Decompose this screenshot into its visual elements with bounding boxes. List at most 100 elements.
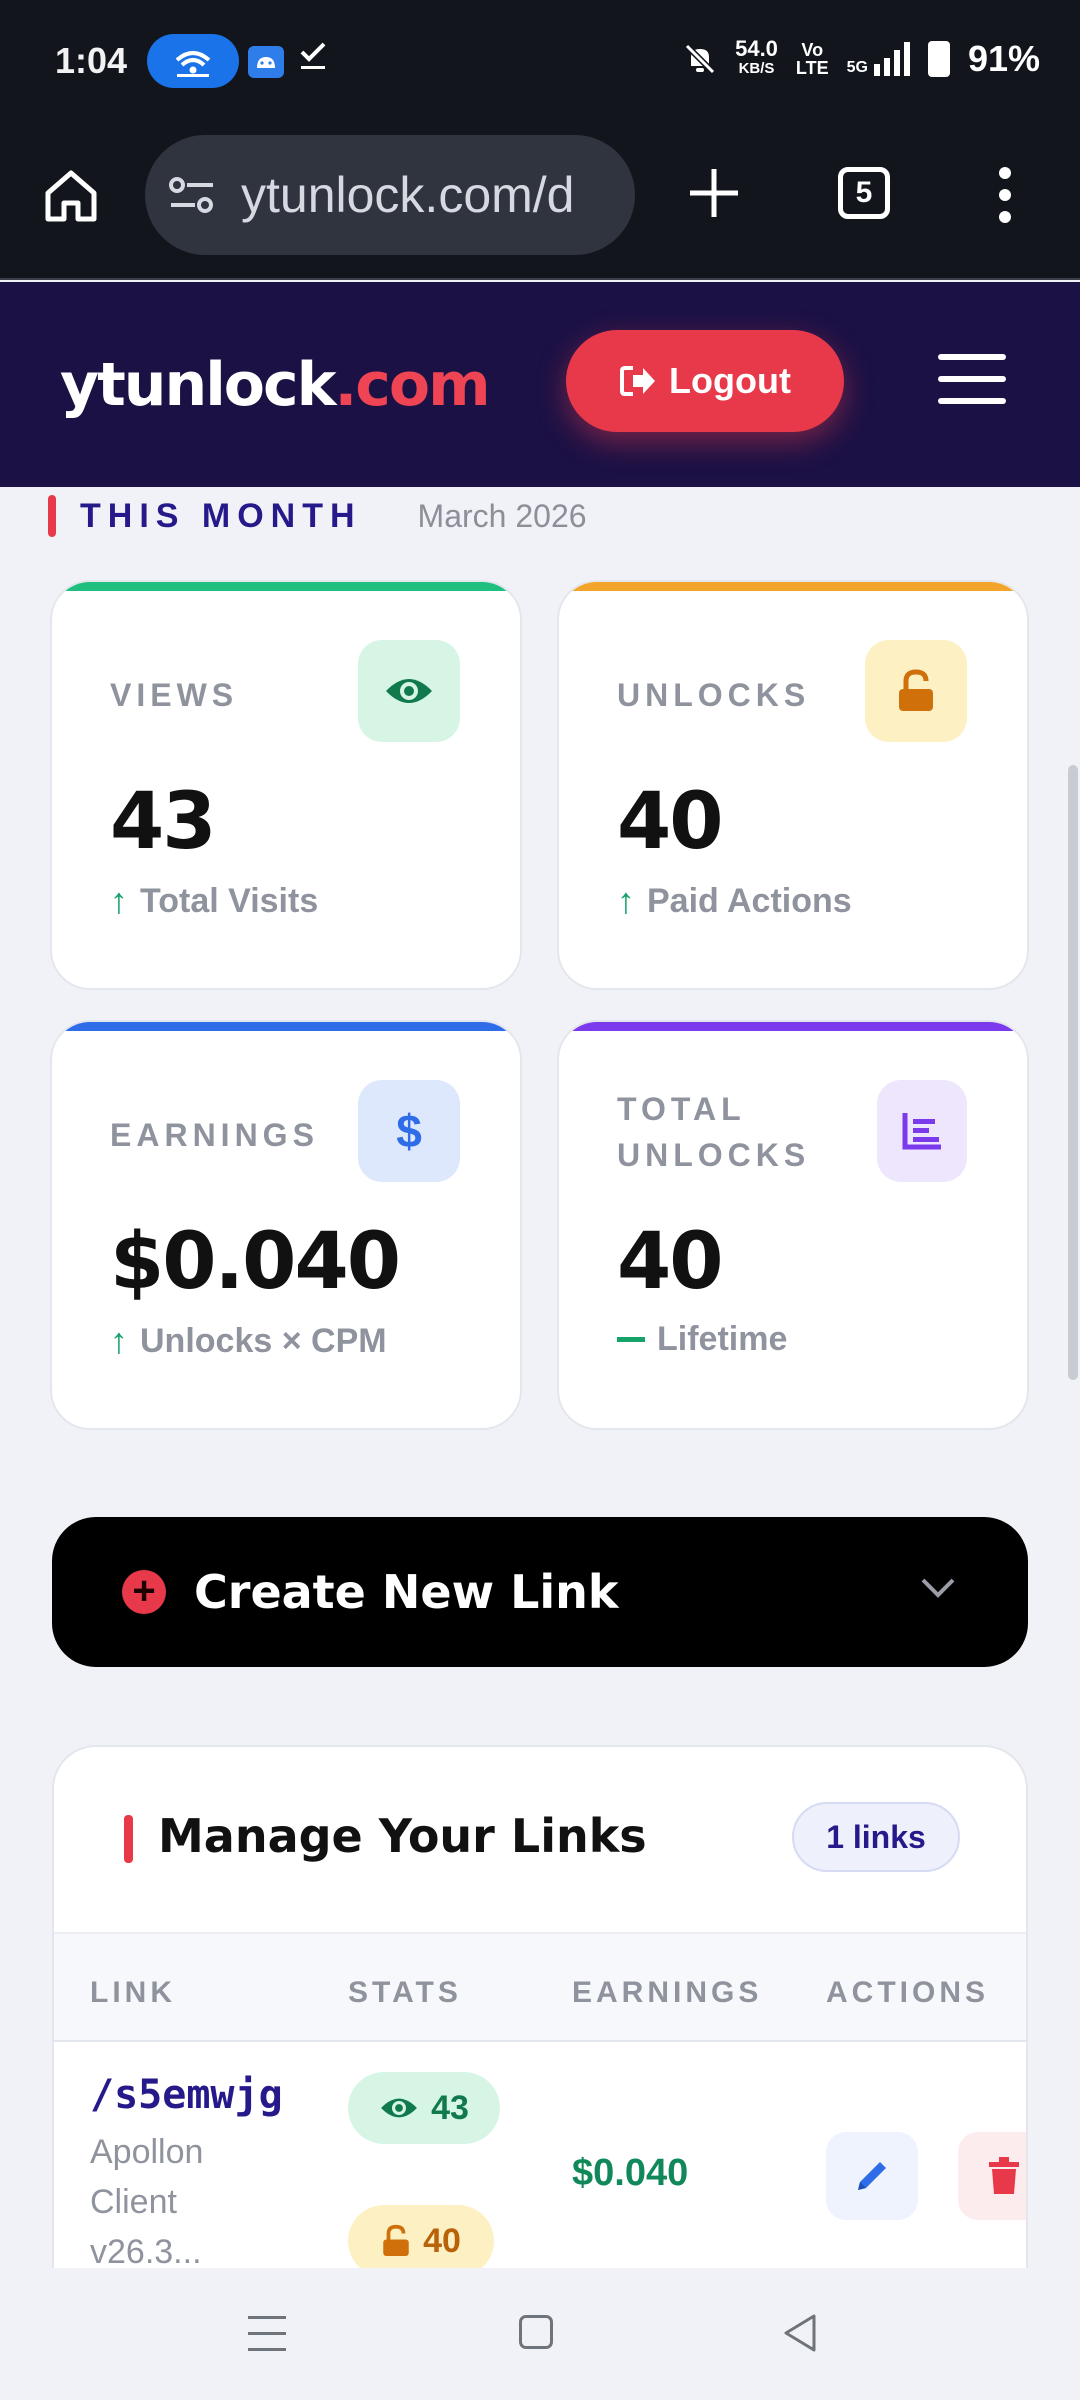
this-month-label: THIS MONTH: [80, 496, 362, 535]
manage-links-title: Manage Your Links: [158, 1809, 647, 1863]
total-unlocks-value: 40: [617, 1217, 724, 1307]
home-nav-icon[interactable]: [519, 2315, 553, 2349]
views-sub-text: Total Visits: [140, 881, 319, 920]
site-logo[interactable]: ytunlock.com: [60, 350, 491, 420]
earnings-sub: ↑ Unlocks × CPM: [110, 1320, 387, 1362]
logout-icon: [620, 366, 656, 396]
volte-bottom: LTE: [795, 58, 829, 78]
total-unlocks-card: TOTAL UNLOCKS 40 Lifetime: [557, 1020, 1029, 1430]
total-unlocks-sub-text: Lifetime: [657, 1320, 788, 1358]
logout-label: Logout: [669, 360, 791, 401]
network-speed: 54.0 KB/S: [735, 36, 778, 79]
views-card-accent: [52, 582, 520, 591]
eye-icon: [358, 640, 460, 742]
views-card: VIEWS 43 ↑ Total Visits: [50, 580, 522, 990]
network-type: 5G: [846, 59, 868, 76]
chart-icon: [877, 1080, 967, 1182]
arrow-up-icon: ↑: [110, 1320, 128, 1361]
page-scrollbar[interactable]: [1068, 765, 1078, 1380]
link-description: Apollon Client v26.3...: [90, 2133, 204, 2271]
views-sub: ↑ Total Visits: [110, 880, 318, 922]
views-pill: 43: [348, 2072, 500, 2144]
system-navigation-bar: [0, 2268, 1080, 2400]
unlock-icon: [383, 2224, 409, 2256]
battery-icon: [927, 41, 950, 77]
column-header-actions: ACTIONS: [826, 1976, 989, 2009]
unlocks-label: UNLOCKS: [617, 677, 811, 713]
new-tab-icon[interactable]: [686, 165, 742, 221]
menu-hamburger-icon[interactable]: [938, 354, 1006, 404]
logo-main: ytunlock: [60, 350, 336, 420]
month-date: March 2026: [417, 497, 587, 534]
column-header-stats: STATS: [348, 1976, 462, 2009]
more-options-icon[interactable]: [995, 165, 1015, 225]
trash-icon: [989, 2157, 1019, 2194]
plus-circle-icon: +: [122, 1570, 166, 1614]
mute-icon: [684, 43, 716, 75]
chevron-down-icon: [921, 1578, 955, 1598]
signal-bars-icon: [873, 42, 910, 76]
network-speed-unit: KB/S: [738, 60, 775, 77]
row-unlocks-value: 40: [423, 2221, 461, 2260]
this-month-heading: THIS MONTH March 2026: [48, 495, 587, 537]
row-views-value: 43: [431, 2088, 469, 2127]
unlocks-pill: 40: [348, 2205, 494, 2277]
status-bar: 1:04 54.0 KB/S Vo LTE 5G 91%: [0, 0, 1080, 125]
android-icon: [248, 46, 284, 78]
status-time: 1:04: [55, 40, 128, 81]
earnings-value: $0.040: [110, 1217, 401, 1307]
earnings-label: EARNINGS: [110, 1117, 319, 1153]
pencil-icon: [858, 2162, 886, 2190]
battery-percent: 91%: [967, 38, 1040, 79]
arrow-up-icon: ↑: [110, 880, 128, 921]
site-settings-icon[interactable]: [167, 175, 217, 215]
tab-switcher-button[interactable]: 5: [838, 167, 890, 219]
row-earnings-value: $0.040: [572, 2152, 689, 2194]
volte-indicator: Vo LTE: [796, 41, 829, 77]
unlock-icon: [865, 640, 967, 742]
total-unlocks-label: TOTAL UNLOCKS: [617, 1091, 811, 1173]
delete-link-button[interactable]: [958, 2132, 1026, 2220]
total-unlocks-sub: Lifetime: [617, 1320, 787, 1359]
site-header: ytunlock.com Logout: [0, 282, 1080, 487]
dollar-icon: $: [358, 1080, 460, 1182]
earnings-card: EARNINGS $ $0.040 ↑ Unlocks × CPM: [50, 1020, 522, 1430]
views-label: VIEWS: [110, 677, 239, 713]
links-count-badge: 1 links: [792, 1802, 960, 1872]
link-slug[interactable]: /s5emwjg: [90, 2072, 283, 2118]
total-unlocks-card-accent: [559, 1022, 1027, 1031]
status-right-group: 54.0 KB/S Vo LTE 5G 91%: [683, 38, 1040, 80]
back-icon[interactable]: [780, 2312, 820, 2354]
address-bar[interactable]: ytunlock.com/d: [145, 135, 635, 255]
home-icon[interactable]: [42, 167, 100, 225]
unlocks-card-accent: [559, 582, 1027, 591]
recents-icon[interactable]: [248, 2316, 286, 2354]
signal-group: 5G: [847, 42, 910, 76]
manage-links-accent-bar: [124, 1815, 133, 1863]
hotspot-pill: [147, 34, 239, 88]
dash-icon: [617, 1337, 645, 1342]
url-text[interactable]: ytunlock.com/d: [241, 166, 574, 224]
create-link-label: Create New Link: [194, 1565, 619, 1619]
edit-link-button[interactable]: [826, 2132, 918, 2220]
links-table-header: LINK STATS EARNINGS ACTIONS: [54, 1932, 1026, 2042]
wifi-icon: [175, 51, 211, 77]
create-new-link-button[interactable]: + Create New Link: [52, 1517, 1028, 1667]
volte-top: Vo: [801, 40, 824, 60]
logout-button[interactable]: Logout: [566, 330, 844, 432]
earnings-card-accent: [52, 1022, 520, 1031]
logo-accent: .com: [334, 350, 490, 420]
unlocks-value: 40: [617, 777, 724, 867]
browser-toolbar: ytunlock.com/d 5: [0, 125, 1080, 280]
eye-icon: [381, 2098, 417, 2118]
earnings-sub-text: Unlocks × CPM: [140, 1321, 387, 1360]
column-header-earnings: EARNINGS: [572, 1976, 763, 2009]
unlocks-sub-text: Paid Actions: [647, 881, 852, 920]
unlocks-sub: ↑ Paid Actions: [617, 880, 852, 922]
arrow-up-icon: ↑: [617, 880, 635, 921]
network-speed-value: 54.0: [735, 36, 778, 61]
month-accent-bar: [48, 495, 56, 537]
check-icon: [298, 38, 328, 81]
views-value: 43: [110, 777, 217, 867]
column-header-link: LINK: [90, 1976, 176, 2009]
